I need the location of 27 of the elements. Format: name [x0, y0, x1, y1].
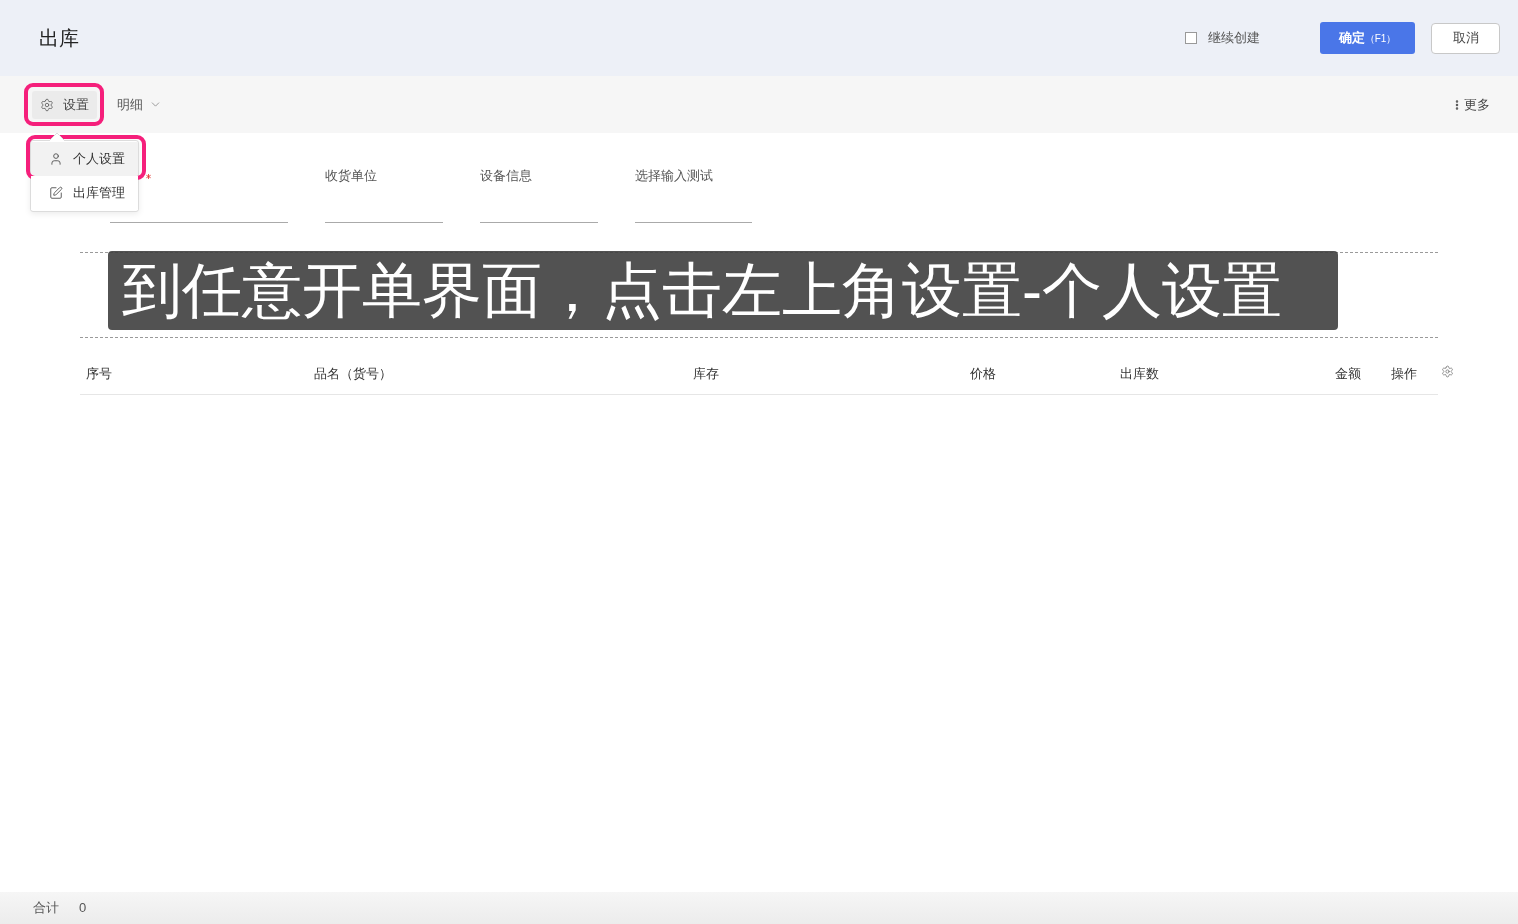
checkbox-label: 继续创建: [1208, 29, 1260, 48]
field-label: 选择输入测试: [635, 167, 713, 185]
page-title: 出库: [39, 26, 79, 50]
column-header: 序号: [86, 365, 112, 381]
cancel-button[interactable]: 取消: [1431, 22, 1500, 54]
checkbox[interactable]: [1185, 32, 1197, 44]
settings-button[interactable]: 设置: [32, 90, 97, 119]
edit-icon: [49, 186, 63, 200]
menu-item[interactable]: 个人设置: [31, 142, 138, 176]
field-label: 设备信息: [480, 167, 532, 185]
column-header: 操作: [1391, 365, 1417, 381]
confirm-button[interactable]: 确定（F1）: [1320, 22, 1415, 54]
total-value: 0: [79, 899, 87, 918]
column-header: 金额: [1335, 365, 1361, 381]
detail-dropdown[interactable]: 明细: [117, 94, 162, 115]
total-label: 合计: [33, 899, 59, 918]
settings-icon: [40, 97, 54, 112]
menu-item[interactable]: 出库管理: [31, 176, 138, 210]
field-label: 收货单位: [325, 167, 377, 185]
more-button[interactable]: 更多: [1451, 94, 1490, 115]
settings-icon[interactable]: [1441, 364, 1454, 378]
user-icon: [49, 152, 63, 166]
column-header: 出库数: [1120, 365, 1159, 381]
column-header: 库存: [693, 365, 719, 381]
caption-overlay: 到任意开单界面，点击左上角设置-个人设置: [108, 251, 1338, 330]
column-header: 价格: [970, 365, 996, 381]
column-header: 品名（货号）: [314, 365, 392, 381]
